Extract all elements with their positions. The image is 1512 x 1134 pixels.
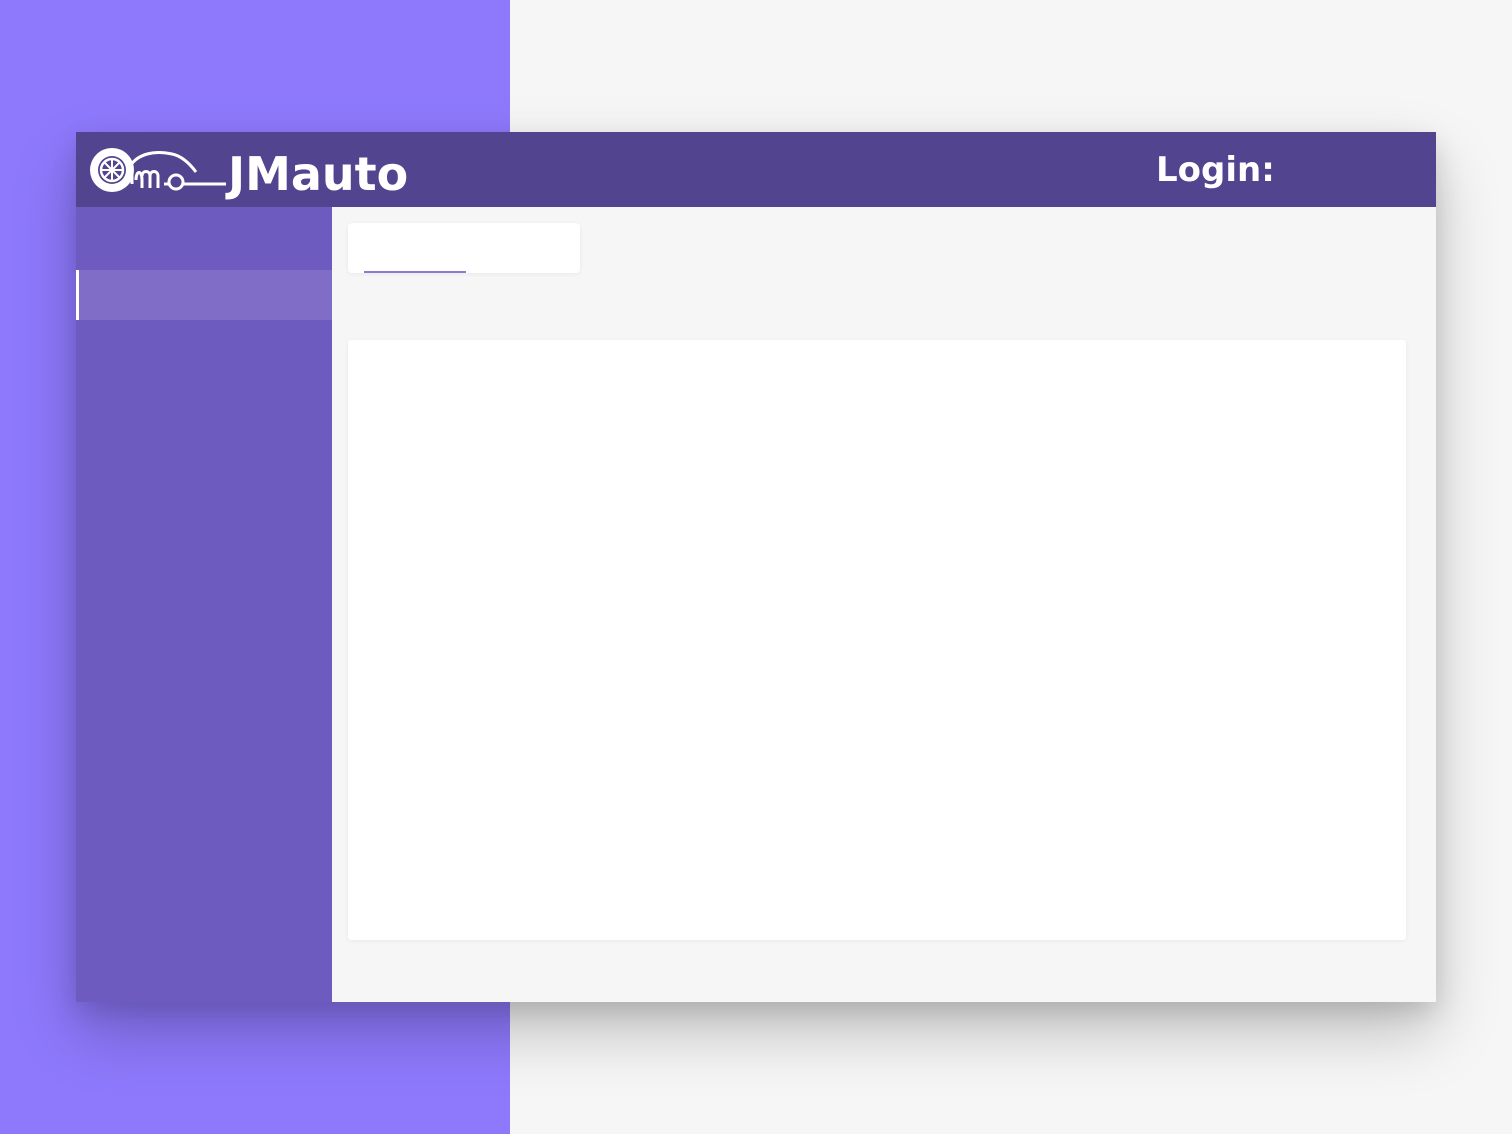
- app-window: JMauto Login:: [76, 132, 1436, 1002]
- brand-name: JMauto: [228, 147, 409, 201]
- car-wheel-logo-icon[interactable]: [86, 140, 226, 200]
- sidebar-item-active[interactable]: [76, 270, 332, 320]
- main-content: [332, 207, 1436, 1002]
- sidebar: [76, 207, 332, 1002]
- tab-bar: [348, 223, 580, 273]
- tab-active-indicator: [364, 271, 466, 273]
- sidebar-item[interactable]: [76, 220, 332, 270]
- login-label[interactable]: Login:: [1156, 148, 1275, 192]
- content-card: [348, 340, 1406, 940]
- top-header-bar: JMauto Login:: [76, 132, 1436, 207]
